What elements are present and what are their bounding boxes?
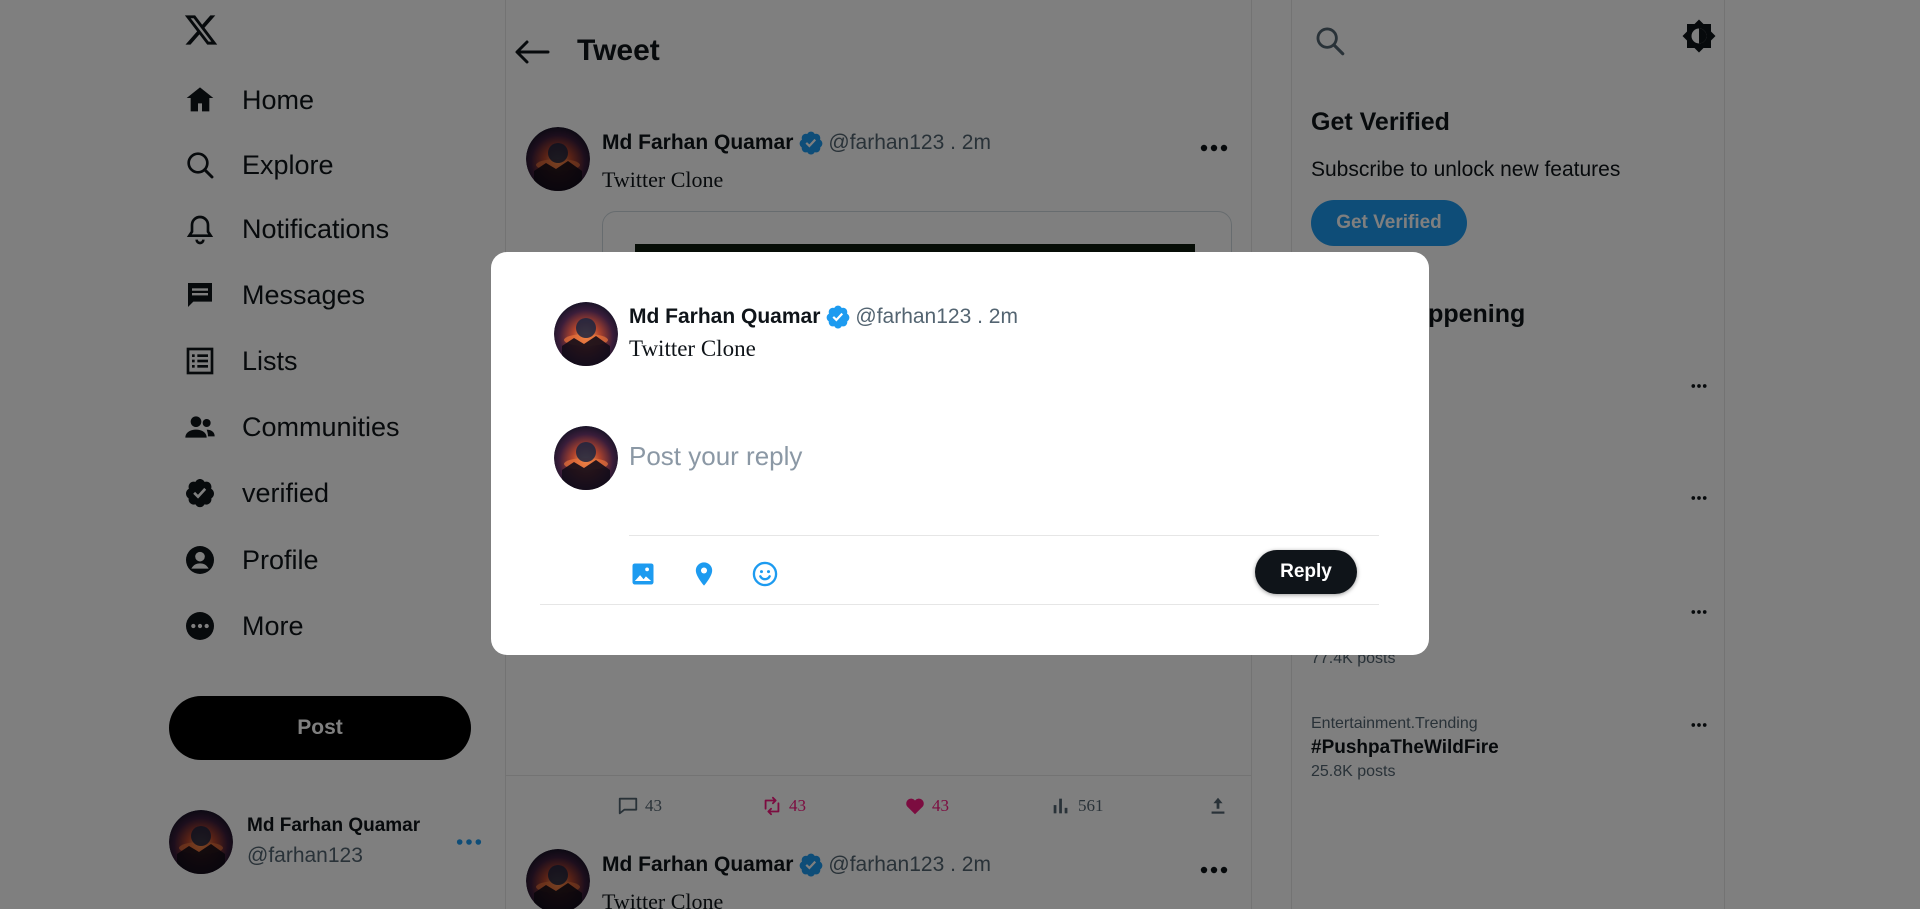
- emoji-icon: [752, 561, 778, 587]
- quoted-tweet-text: Twitter Clone: [629, 336, 756, 361]
- emoji-button[interactable]: [751, 560, 779, 588]
- author-name: Md Farhan Quamar: [629, 305, 821, 328]
- location-button[interactable]: [690, 560, 718, 588]
- location-pin-icon: [695, 562, 713, 586]
- divider: [540, 604, 1379, 605]
- quoted-tweet-header: Md Farhan Quamar @farhan123 . 2m: [629, 304, 1018, 330]
- author-handle: @farhan123 . 2m: [855, 305, 1018, 328]
- avatar: [554, 426, 618, 490]
- reply-modal: Md Farhan Quamar @farhan123 . 2m Twitter…: [491, 252, 1429, 655]
- avatar: [554, 302, 618, 366]
- reply-button[interactable]: Reply: [1255, 550, 1357, 594]
- image-icon: [632, 563, 654, 585]
- divider: [629, 535, 1379, 536]
- verified-badge-icon: [825, 304, 851, 330]
- image-upload-button[interactable]: [629, 560, 657, 588]
- reply-input[interactable]: [629, 432, 1369, 480]
